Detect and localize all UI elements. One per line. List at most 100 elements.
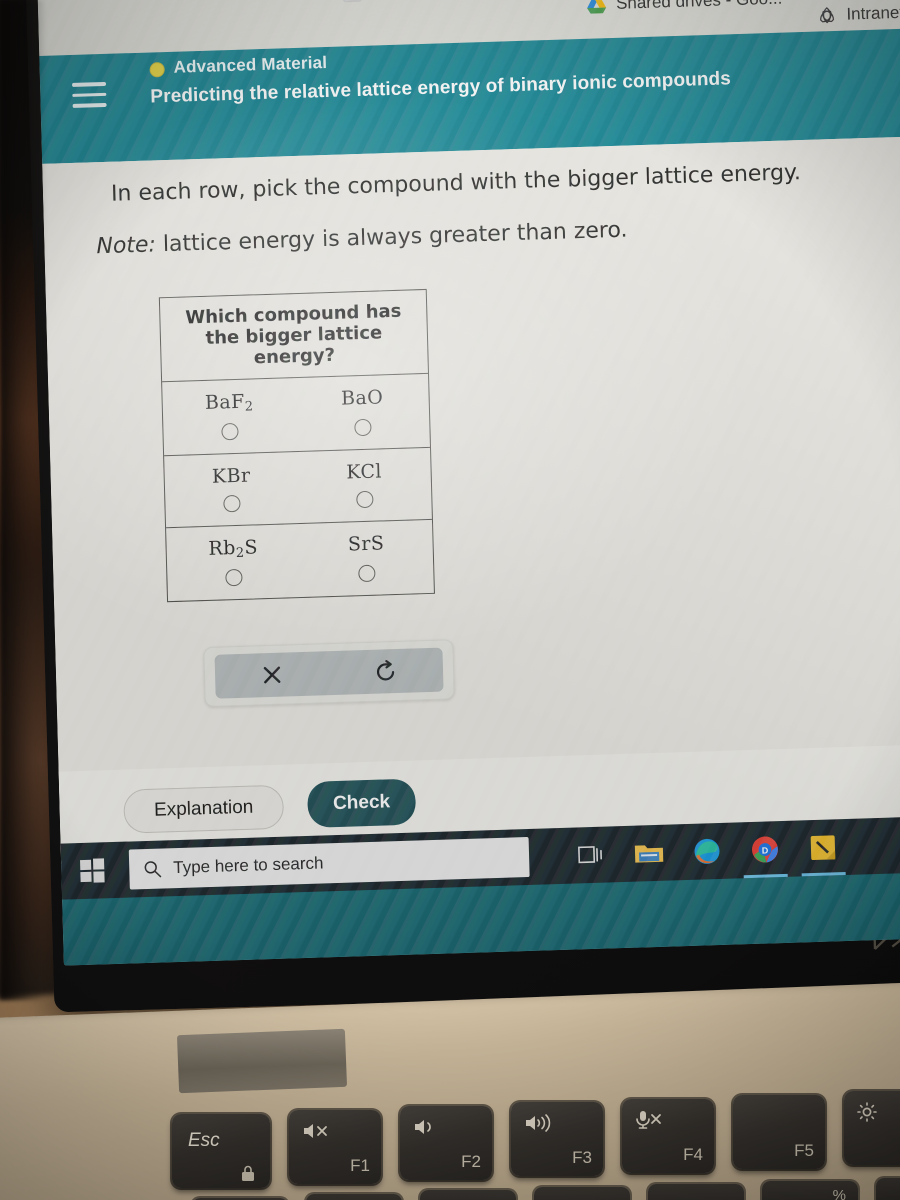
compound-formula: BaO bbox=[295, 374, 429, 415]
clear-answer-button[interactable] bbox=[255, 657, 290, 692]
radio-button-bao[interactable] bbox=[354, 418, 372, 436]
note-prefix: Note: bbox=[96, 232, 157, 260]
compound-formula: Rb2S bbox=[166, 524, 300, 567]
speaker-high-icon bbox=[523, 1112, 555, 1139]
option-cell-left: BaF2 bbox=[162, 378, 296, 421]
table-row: KBr KCl bbox=[164, 447, 432, 528]
key-f5-label: F5 bbox=[794, 1141, 814, 1160]
brightness-icon bbox=[856, 1101, 880, 1128]
task-view-icon[interactable] bbox=[575, 839, 608, 872]
compound-formula: BaF2 bbox=[162, 378, 296, 421]
formula-base: KBr bbox=[211, 464, 251, 488]
speaker-mute-icon bbox=[301, 1120, 331, 1147]
key-f1[interactable]: F1 bbox=[289, 1110, 381, 1184]
key-6[interactable] bbox=[876, 1178, 900, 1200]
answer-toolbar bbox=[203, 639, 455, 708]
svg-text:D: D bbox=[762, 845, 769, 855]
tab-label: Intranet bbox=[846, 2, 900, 24]
photo-of-laptop-screen: ...cgi/x/isl.exe/1o_u-IgNslkr7j8P3jH- bbox=[0, 0, 900, 1200]
note-rest: lattice energy is always greater than ze… bbox=[155, 217, 628, 258]
tab-label: Ascension - Calend... bbox=[370, 0, 532, 2]
google-chrome-icon[interactable]: D bbox=[749, 833, 782, 866]
radio-button-kcl[interactable] bbox=[356, 490, 374, 508]
radio-cell-right bbox=[296, 413, 430, 451]
google-calendar-icon: 31 bbox=[342, 0, 362, 2]
radio-button-srs[interactable] bbox=[358, 564, 376, 582]
explanation-button[interactable]: Explanation bbox=[123, 784, 285, 834]
file-explorer-icon[interactable] bbox=[633, 837, 666, 870]
search-placeholder: Type here to search bbox=[173, 853, 324, 878]
key-4[interactable] bbox=[648, 1184, 744, 1200]
taskbar-icons: D bbox=[575, 831, 840, 871]
search-icon bbox=[144, 861, 162, 878]
start-button[interactable] bbox=[61, 842, 124, 900]
formula-base: Rb bbox=[208, 536, 237, 560]
lock-icon bbox=[242, 1165, 254, 1181]
undo-arrow-icon bbox=[377, 660, 395, 681]
keyboard-number-row: % bbox=[0, 1178, 900, 1200]
mic-mute-icon bbox=[634, 1109, 664, 1136]
question-table: Which compound has the bigger lattice en… bbox=[158, 288, 435, 602]
check-button[interactable]: Check bbox=[306, 778, 417, 828]
formula-base: KCl bbox=[346, 460, 383, 484]
radio-cell-left bbox=[163, 417, 297, 455]
option-cell-left: Rb2S bbox=[166, 524, 300, 567]
advanced-material-status-dot bbox=[149, 62, 165, 78]
browser-tab-drive[interactable]: Shared drives - Goo... bbox=[586, 0, 783, 15]
table-row: Rb2S SrS bbox=[166, 520, 434, 601]
key-esc-label: Esc bbox=[188, 1130, 220, 1151]
radio-cell-right bbox=[298, 485, 432, 523]
radio-cell-left bbox=[165, 489, 299, 527]
microsoft-edge-icon[interactable] bbox=[691, 835, 724, 868]
key-esc[interactable]: Esc bbox=[172, 1114, 270, 1188]
x-icon bbox=[263, 666, 281, 684]
formula-base: SrS bbox=[347, 532, 385, 556]
radio-cell-right bbox=[300, 559, 434, 597]
laptop-screen: ...cgi/x/isl.exe/1o_u-IgNslkr7j8P3jH- bbox=[36, 0, 900, 966]
radio-button-kbr[interactable] bbox=[223, 494, 241, 513]
formula-subscript: 2 bbox=[235, 545, 245, 561]
windows-logo-icon bbox=[80, 858, 105, 883]
key-f6[interactable]: F6 bbox=[844, 1091, 900, 1165]
radio-button-baf2[interactable] bbox=[221, 422, 239, 441]
question-table-header: Which compound has the bigger lattice en… bbox=[159, 289, 428, 382]
note-text: Note: lattice energy is always greater t… bbox=[96, 218, 628, 260]
browser-tab-calendar[interactable]: 31 Ascension - Calend... bbox=[342, 0, 532, 2]
key-1[interactable] bbox=[306, 1194, 402, 1200]
speaker-low-icon bbox=[412, 1116, 442, 1143]
key-f2[interactable]: F2 bbox=[400, 1106, 492, 1180]
sticky-notes-icon[interactable] bbox=[807, 831, 840, 864]
key-f2-label: F2 bbox=[461, 1152, 481, 1171]
formula-subscript: 2 bbox=[244, 399, 254, 415]
reset-button[interactable] bbox=[369, 654, 404, 689]
taskbar-search-box[interactable]: Type here to search bbox=[128, 836, 530, 890]
instruction-text: In each row, pick the compound with the … bbox=[110, 160, 802, 207]
laptop-hinge bbox=[176, 1028, 348, 1094]
key-f3[interactable]: F3 bbox=[511, 1102, 603, 1176]
compound-formula: KCl bbox=[297, 448, 431, 489]
key-f5[interactable]: F5 bbox=[733, 1095, 825, 1169]
key-5[interactable]: % bbox=[762, 1181, 858, 1200]
key-percent-label: % bbox=[832, 1187, 846, 1200]
option-cell-right: SrS bbox=[299, 520, 433, 563]
advanced-material-label: Advanced Material bbox=[173, 52, 328, 77]
left-bezel-shadow bbox=[0, 0, 46, 1000]
compound-formula: SrS bbox=[299, 520, 433, 561]
option-cell-right: KCl bbox=[297, 448, 431, 489]
option-cell-right: BaO bbox=[295, 374, 429, 417]
key-f4[interactable]: F4 bbox=[622, 1099, 714, 1173]
main-content: In each row, pick the compound with the … bbox=[42, 136, 900, 966]
key-f3-label: F3 bbox=[572, 1148, 592, 1167]
hamburger-menu-icon[interactable] bbox=[71, 81, 107, 109]
key-f1-label: F1 bbox=[350, 1156, 370, 1175]
radio-cell-left bbox=[167, 563, 301, 601]
formula-base: BaF bbox=[204, 390, 245, 414]
radio-button-rb2s[interactable] bbox=[225, 568, 243, 587]
formula-suffix: S bbox=[244, 536, 259, 559]
compound-formula: KBr bbox=[164, 452, 298, 493]
key-3[interactable] bbox=[534, 1187, 630, 1200]
option-cell-left: KBr bbox=[164, 452, 298, 493]
table-row: BaF2 BaO bbox=[162, 373, 430, 456]
browser-tab-intranet[interactable]: Intranet bbox=[816, 3, 900, 26]
key-2[interactable] bbox=[420, 1190, 516, 1200]
